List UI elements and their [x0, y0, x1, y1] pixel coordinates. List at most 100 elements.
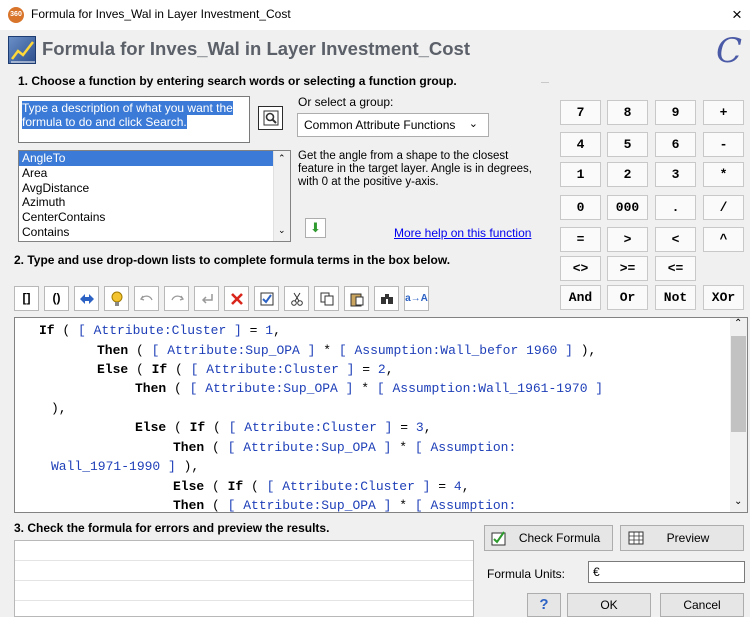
- key-3[interactable]: 3: [655, 162, 696, 187]
- formula-keyword: Then: [173, 498, 205, 513]
- formula-term: [ Assumption:Wall_befor 1960 ]: [338, 342, 573, 358]
- function-group-select[interactable]: Common Attribute Functions ⌄: [297, 113, 489, 137]
- formula-punctuation: *: [315, 342, 339, 358]
- cancel-button[interactable]: Cancel: [660, 593, 744, 617]
- formula-punctuation: ,: [385, 362, 394, 377]
- key-not[interactable]: Not: [655, 285, 696, 310]
- ok-label: OK: [600, 598, 618, 612]
- key-xor[interactable]: XOr: [703, 285, 744, 310]
- key-multiply[interactable]: *: [703, 162, 744, 187]
- function-item[interactable]: Area: [19, 166, 290, 181]
- editor-scroll-thumb[interactable]: [731, 336, 746, 432]
- key-not-equal[interactable]: <>: [560, 256, 601, 281]
- validate-button[interactable]: [254, 286, 279, 311]
- formula-keyword: Else: [135, 420, 167, 435]
- formula-punctuation: ),: [51, 400, 67, 416]
- key-or[interactable]: Or: [607, 285, 648, 310]
- formula-punctuation: (: [166, 381, 190, 396]
- red-x-icon: [230, 293, 243, 305]
- scroll-down-icon[interactable]: ⌄: [734, 496, 742, 507]
- key-8[interactable]: 8: [607, 100, 648, 125]
- formula-line: Then ( [ Attribute:Sup_OPA ] * [ Assumpt…: [173, 497, 516, 513]
- function-item[interactable]: CenterContains: [19, 210, 290, 225]
- preview-label: Preview: [666, 531, 710, 545]
- insert-parentheses-button[interactable]: (): [44, 286, 69, 311]
- binoculars-icon: [380, 294, 393, 304]
- enter-button[interactable]: [194, 286, 219, 311]
- paste-button[interactable]: [344, 286, 369, 311]
- ok-button[interactable]: OK: [567, 593, 651, 617]
- search-text: Type a description of what you want the …: [22, 101, 233, 129]
- formula-line: Else ( If ( [ Attribute:Cluster ] = 4,: [173, 478, 470, 495]
- find-button[interactable]: [374, 286, 399, 311]
- help-button[interactable]: ?: [527, 593, 561, 617]
- function-list[interactable]: AngleTo Area AvgDistance Azimuth CenterC…: [18, 150, 291, 242]
- key-4[interactable]: 4: [560, 132, 601, 157]
- copy-icon: [320, 292, 333, 306]
- check-formula-button[interactable]: Check Formula: [484, 525, 613, 551]
- more-help-link[interactable]: More help on this function: [394, 226, 531, 240]
- replace-button[interactable]: a→A: [404, 286, 429, 311]
- formula-term: [ Attribute:Cluster ]: [190, 362, 355, 377]
- search-button[interactable]: [258, 106, 283, 130]
- key-6[interactable]: 6: [655, 132, 696, 157]
- scroll-up-icon[interactable]: ⌃: [278, 153, 286, 164]
- delete-button[interactable]: [224, 286, 249, 311]
- validate-check-icon: [260, 292, 273, 306]
- close-button[interactable]: ×: [724, 3, 750, 27]
- formula-term: [ Assumption:: [414, 439, 517, 455]
- key-equals[interactable]: =: [560, 227, 601, 252]
- navigate-arrows-icon: [79, 294, 94, 304]
- formula-term: [ Attribute:Cluster ]: [78, 323, 242, 338]
- key-minus[interactable]: -: [703, 132, 744, 157]
- preview-button[interactable]: Preview: [620, 525, 744, 551]
- magnifier-icon: [263, 110, 278, 126]
- formula-punctuation: (: [166, 420, 190, 435]
- scroll-down-icon[interactable]: ⌄: [278, 225, 286, 236]
- key-5[interactable]: 5: [607, 132, 648, 157]
- function-list-scrollbar[interactable]: ⌃ ⌄: [273, 151, 290, 241]
- formula-punctuation: *: [391, 439, 415, 455]
- key-less-equal[interactable]: <=: [655, 256, 696, 281]
- formula-term: [ Attribute:Cluster ]: [228, 420, 393, 435]
- function-item[interactable]: AngleTo: [19, 151, 274, 166]
- function-item[interactable]: Azimuth: [19, 195, 290, 210]
- key-decimal[interactable]: .: [655, 195, 696, 220]
- paste-clipboard-icon: [350, 293, 363, 307]
- formula-units-input[interactable]: €: [588, 561, 745, 583]
- key-7[interactable]: 7: [560, 100, 601, 125]
- formula-punctuation: (: [128, 342, 152, 358]
- key-greater-equal[interactable]: >=: [607, 256, 648, 281]
- navigate-button[interactable]: [74, 286, 99, 311]
- key-and[interactable]: And: [560, 285, 601, 310]
- key-2[interactable]: 2: [607, 162, 648, 187]
- key-greater-than[interactable]: >: [607, 227, 648, 252]
- formula-line: ),: [51, 400, 67, 417]
- insert-function-button[interactable]: ⬇: [305, 218, 326, 238]
- insert-brackets-button[interactable]: []: [14, 286, 39, 311]
- key-0[interactable]: 0: [560, 195, 601, 220]
- function-item[interactable]: AvgDistance: [19, 181, 290, 196]
- key-power[interactable]: ^: [703, 227, 744, 252]
- preview-results-grid[interactable]: [14, 540, 474, 617]
- formula-term: 4: [453, 478, 462, 494]
- undo-button[interactable]: [134, 286, 159, 311]
- key-1[interactable]: 1: [560, 162, 601, 187]
- function-item[interactable]: Contains: [19, 225, 290, 240]
- key-9[interactable]: 9: [655, 100, 696, 125]
- formula-punctuation: (: [204, 478, 228, 494]
- redo-button[interactable]: [164, 286, 189, 311]
- preview-row: [15, 581, 473, 601]
- formula-term: [ Attribute:Sup_OPA ]: [227, 498, 392, 513]
- key-plus[interactable]: +: [703, 100, 744, 125]
- key-000[interactable]: 000: [607, 195, 648, 220]
- scroll-up-icon[interactable]: ⌃: [734, 318, 742, 329]
- hint-button[interactable]: [104, 286, 129, 311]
- formula-editor[interactable]: If ( [ Attribute:Cluster ] = 1, Then ( [ …: [14, 317, 748, 513]
- key-divide[interactable]: /: [703, 195, 744, 220]
- copy-button[interactable]: [314, 286, 339, 311]
- function-search-input[interactable]: Type a description of what you want the …: [18, 96, 250, 143]
- cut-button[interactable]: [284, 286, 309, 311]
- key-less-than[interactable]: <: [655, 227, 696, 252]
- help-icon: ?: [539, 596, 549, 613]
